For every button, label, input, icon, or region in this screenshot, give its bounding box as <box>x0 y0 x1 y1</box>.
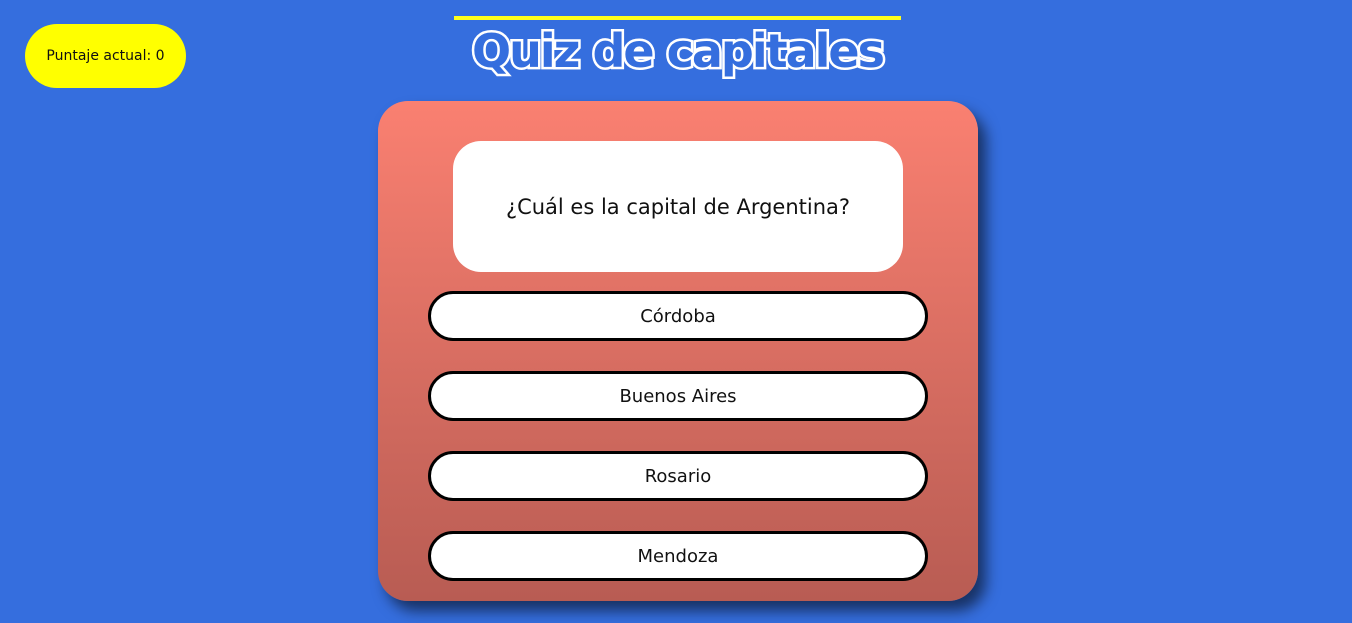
answer-button-mendoza[interactable]: Mendoza <box>428 531 928 581</box>
answer-button-cordoba[interactable]: Córdoba <box>428 291 928 341</box>
score-label: Puntaje actual: 0 <box>46 48 165 64</box>
question-box: ¿Cuál es la capital de Argentina? <box>453 141 903 272</box>
question-text: ¿Cuál es la capital de Argentina? <box>505 194 851 219</box>
page-title: Quiz de capitales <box>470 22 888 81</box>
answer-button-rosario[interactable]: Rosario <box>428 451 928 501</box>
answer-button-buenos-aires[interactable]: Buenos Aires <box>428 371 928 421</box>
quiz-card: ¿Cuál es la capital de Argentina? Córdob… <box>378 101 978 601</box>
score-badge: Puntaje actual: 0 <box>25 24 186 88</box>
